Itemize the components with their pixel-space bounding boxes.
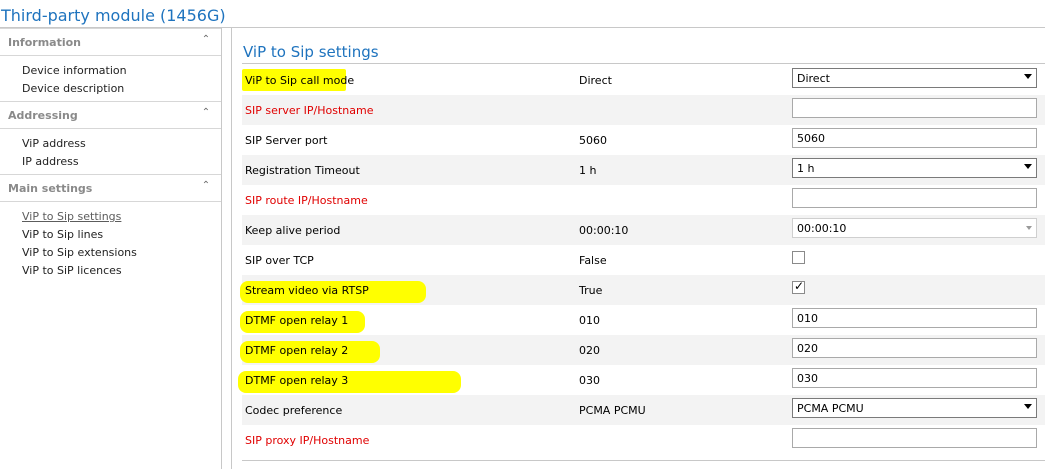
settings-row: DTMF open relay 2 020 020 xyxy=(240,335,1045,365)
setting-label: SIP over TCP xyxy=(245,254,314,267)
check-icon: ✓ xyxy=(794,279,805,293)
section-label: Main settings xyxy=(8,182,93,195)
setting-input[interactable]: 010 xyxy=(792,308,1037,328)
settings-row: SIP route IP/Hostname xyxy=(242,185,1045,215)
window-title: Third-party module (1456G) xyxy=(1,6,226,25)
settings-row: Keep alive period 00:00:10 00:00:10 xyxy=(242,215,1045,245)
settings-panel: ViP to Sip settings ViP to Sip call mode… xyxy=(232,28,1045,469)
setting-dropdown[interactable]: Direct xyxy=(792,68,1037,88)
chevron-up-icon[interactable]: ⌃ xyxy=(199,106,213,120)
dropdown-selected-value: Direct xyxy=(797,72,830,85)
settings-row: ViP to Sip call mode Direct Direct xyxy=(242,65,1045,95)
settings-row: SIP proxy IP/Hostname xyxy=(242,425,1045,455)
setting-current-value: 010 xyxy=(579,314,600,327)
setting-label: SIP Server port xyxy=(245,134,328,147)
setting-current-value: True xyxy=(579,284,603,297)
settings-row: Registration Timeout 1 h 1 h xyxy=(242,155,1045,185)
setting-label: SIP route IP/Hostname xyxy=(245,194,368,207)
chevron-down-icon[interactable] xyxy=(1026,226,1032,230)
input-value: 5060 xyxy=(797,132,825,145)
settings-row: DTMF open relay 3 030 030 xyxy=(238,365,1045,395)
sidebar-item-vip-to-sip-lines[interactable]: ViP to Sip lines xyxy=(22,228,103,241)
settings-row: SIP server IP/Hostname xyxy=(242,95,1045,125)
page-title: ViP to Sip settings xyxy=(243,43,379,61)
dropdown-selected-value: PCMA PCMU xyxy=(797,402,864,415)
setting-input[interactable]: 020 xyxy=(792,338,1037,358)
sidebar-item-device-information[interactable]: Device information xyxy=(22,64,127,77)
sidebar-item-device-description[interactable]: Device description xyxy=(22,82,124,95)
section-label: Addressing xyxy=(8,109,78,122)
setting-label: Registration Timeout xyxy=(245,164,360,177)
chevron-up-icon[interactable]: ⌃ xyxy=(199,33,213,47)
setting-dropdown[interactable]: 00:00:10 xyxy=(792,218,1037,238)
setting-current-value: Direct xyxy=(579,74,612,87)
setting-current-value: 030 xyxy=(579,374,600,387)
setting-current-value: 5060 xyxy=(579,134,607,147)
setting-current-value: 1 h xyxy=(579,164,597,177)
chevron-down-icon[interactable] xyxy=(1024,404,1032,409)
input-value: 010 xyxy=(797,312,818,325)
dropdown-selected-value: 1 h xyxy=(797,162,815,175)
sidebar-item-vip-to-sip-settings[interactable]: ViP to Sip settings xyxy=(22,210,121,223)
setting-checkbox[interactable] xyxy=(792,251,805,264)
settings-row: SIP over TCP False xyxy=(242,245,1045,275)
setting-label: DTMF open relay 1 xyxy=(245,314,349,327)
chevron-up-icon[interactable]: ⌃ xyxy=(199,179,213,193)
section-header-main-settings[interactable]: Main settings ⌃ xyxy=(0,174,221,202)
settings-row: DTMF open relay 1 010 010 xyxy=(240,305,1045,335)
setting-label: ViP to Sip call mode xyxy=(245,74,355,87)
section-header-addressing[interactable]: Addressing ⌃ xyxy=(0,101,221,129)
sidebar-item-ip-address[interactable]: IP address xyxy=(22,155,79,168)
input-value: 030 xyxy=(797,372,818,385)
settings-row: SIP Server port 5060 5060 xyxy=(242,125,1045,155)
sidebar: Information ⌃ Device information Device … xyxy=(0,28,222,469)
chevron-down-icon[interactable] xyxy=(1024,164,1032,169)
setting-dropdown[interactable]: PCMA PCMU xyxy=(792,398,1037,418)
setting-label: DTMF open relay 3 xyxy=(245,374,349,387)
setting-label: Stream video via RTSP xyxy=(245,284,369,297)
setting-label: DTMF open relay 2 xyxy=(245,344,349,357)
table-bottom-divider xyxy=(242,460,1045,461)
section-label: Information xyxy=(8,36,81,49)
setting-input[interactable] xyxy=(792,98,1037,118)
setting-label: Codec preference xyxy=(245,404,343,417)
setting-input[interactable] xyxy=(792,188,1037,208)
setting-current-value: PCMA PCMU xyxy=(579,404,646,417)
setting-label: SIP server IP/Hostname xyxy=(245,104,374,117)
dropdown-selected-value: 00:00:10 xyxy=(797,222,847,235)
setting-input[interactable]: 5060 xyxy=(792,128,1037,148)
heading-divider xyxy=(242,63,1045,64)
chevron-down-icon[interactable] xyxy=(1024,74,1032,79)
title-bar: Third-party module (1456G) xyxy=(0,0,1045,28)
setting-dropdown[interactable]: 1 h xyxy=(792,158,1037,178)
setting-checkbox[interactable]: ✓ xyxy=(792,279,805,294)
sidebar-item-vip-to-sip-extensions[interactable]: ViP to Sip extensions xyxy=(22,246,137,259)
sidebar-item-vip-address[interactable]: ViP address xyxy=(22,137,86,150)
setting-label: SIP proxy IP/Hostname xyxy=(245,434,370,447)
input-value: 020 xyxy=(797,342,818,355)
setting-label: Keep alive period xyxy=(245,224,341,237)
setting-input[interactable]: 030 xyxy=(792,368,1037,388)
section-header-information[interactable]: Information ⌃ xyxy=(0,28,221,56)
setting-current-value: 00:00:10 xyxy=(579,224,629,237)
setting-input[interactable] xyxy=(792,428,1037,448)
setting-current-value: 020 xyxy=(579,344,600,357)
settings-row: Stream video via RTSP True ✓ xyxy=(240,275,1045,305)
sidebar-item-vip-to-sip-licences[interactable]: ViP to SiP licences xyxy=(22,264,122,277)
setting-current-value: False xyxy=(579,254,607,267)
settings-row: Codec preference PCMA PCMU PCMA PCMU xyxy=(242,395,1045,425)
